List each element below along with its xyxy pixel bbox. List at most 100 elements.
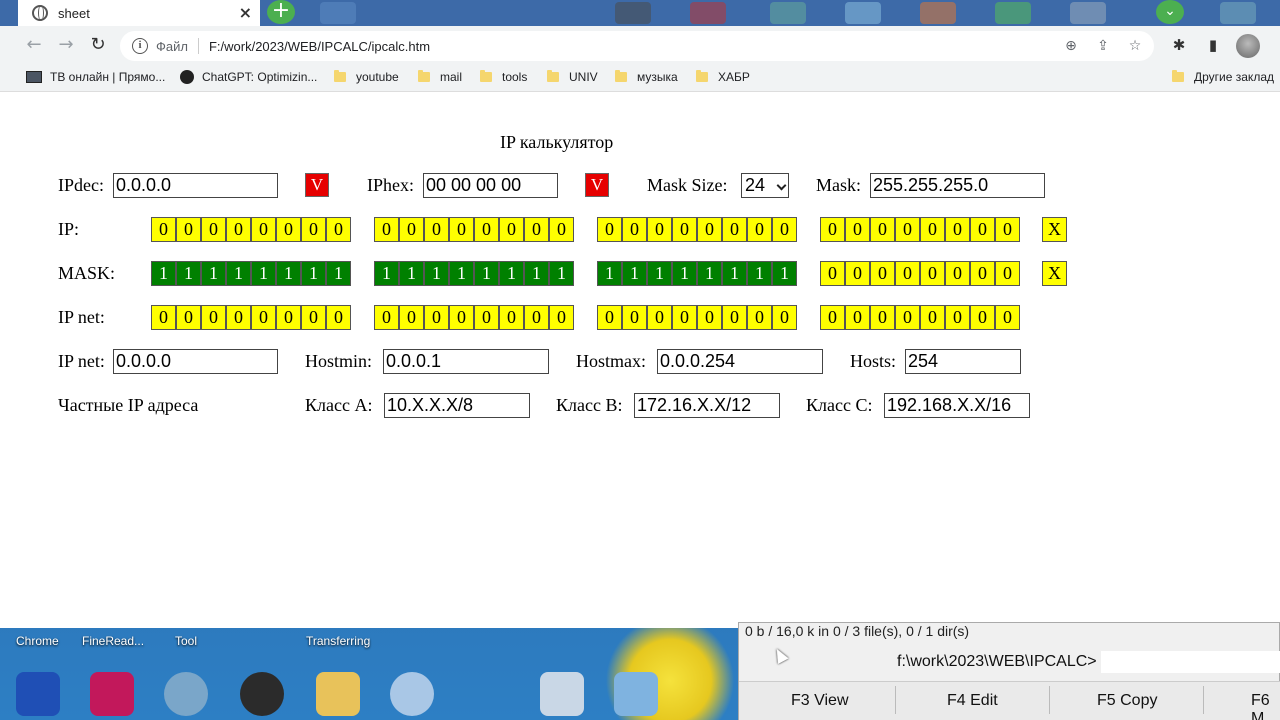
f4-edit-key[interactable]: F4 Edit	[947, 692, 998, 710]
bit-toggle[interactable]: 0	[474, 217, 499, 242]
fs-app-icon[interactable]	[90, 672, 134, 716]
bit-toggle[interactable]: 0	[970, 261, 995, 286]
f3-view-key[interactable]: F3 View	[791, 692, 849, 710]
more-menu-icon[interactable]: ⋮	[1272, 34, 1280, 56]
bit-toggle[interactable]: 0	[870, 217, 895, 242]
iphex-input[interactable]: 00 00 00 00	[423, 173, 558, 198]
globe-app-icon[interactable]	[240, 672, 284, 716]
bit-toggle[interactable]: 0	[920, 261, 945, 286]
reload-icon[interactable]: ↻	[86, 34, 110, 58]
bit-toggle[interactable]: 1	[524, 261, 549, 286]
bit-toggle[interactable]: 0	[895, 261, 920, 286]
julia-icon[interactable]	[16, 672, 60, 716]
bit-toggle[interactable]: 0	[870, 261, 895, 286]
zoom-icon[interactable]: ⊕	[1062, 37, 1080, 55]
bit-toggle[interactable]: 0	[697, 217, 722, 242]
bit-toggle[interactable]: 0	[995, 217, 1020, 242]
forward-arrow-icon[interactable]: →	[54, 34, 78, 58]
url-text[interactable]: F:/work/2023/WEB/IPCALC/ipcalc.htm	[209, 39, 430, 54]
bit-toggle[interactable]: 1	[747, 261, 772, 286]
bit-toggle[interactable]: 0	[226, 217, 251, 242]
bit-toggle[interactable]: 0	[524, 217, 549, 242]
bit-toggle[interactable]: 0	[845, 217, 870, 242]
profile-avatar[interactable]	[1236, 34, 1260, 58]
bit-toggle[interactable]: 0	[399, 217, 424, 242]
bookmark-tools[interactable]: tools	[480, 70, 527, 84]
bit-toggle[interactable]: 0	[597, 217, 622, 242]
bit-toggle[interactable]: 0	[374, 217, 399, 242]
fm-command-input[interactable]	[1101, 651, 1280, 673]
swirl-app-icon[interactable]	[164, 672, 208, 716]
side-panel-icon[interactable]: ▮	[1202, 34, 1224, 56]
address-bar[interactable]: i Файл F:/work/2023/WEB/IPCALC/ipcalc.ht…	[120, 31, 1154, 61]
mask-clear-button[interactable]: X	[1042, 261, 1067, 286]
ip-clear-button[interactable]: X	[1042, 217, 1067, 242]
share-icon[interactable]: ⇪	[1094, 37, 1112, 55]
bit-toggle[interactable]: 0	[820, 217, 845, 242]
bit-toggle[interactable]: 1	[201, 261, 226, 286]
bit-toggle[interactable]: 0	[276, 217, 301, 242]
back-arrow-icon[interactable]: ←	[22, 34, 46, 58]
bit-toggle[interactable]: 1	[226, 261, 251, 286]
bit-toggle[interactable]: 1	[697, 261, 722, 286]
bit-toggle[interactable]: 1	[399, 261, 424, 286]
bit-toggle[interactable]: 0	[820, 261, 845, 286]
folder-app-icon[interactable]	[316, 672, 360, 716]
hostmin-output[interactable]: 0.0.0.1	[383, 349, 549, 374]
bit-toggle[interactable]: 1	[549, 261, 574, 286]
hostmax-output[interactable]: 0.0.0.254	[657, 349, 823, 374]
ipnet-output[interactable]: 0.0.0.0	[113, 349, 278, 374]
tab-sheet[interactable]: sheet ×	[18, 0, 260, 26]
app-16-icon[interactable]	[390, 672, 434, 716]
desktop-label-transferring[interactable]: Transferring	[306, 634, 370, 648]
bit-toggle[interactable]: 0	[251, 217, 276, 242]
class-c-output[interactable]: 192.168.X.X/16	[884, 393, 1030, 418]
bit-toggle[interactable]: 0	[845, 261, 870, 286]
new-tab-button[interactable]: +	[267, 0, 295, 24]
bit-toggle[interactable]: 1	[672, 261, 697, 286]
bit-toggle[interactable]: 0	[151, 217, 176, 242]
bookmark-univ[interactable]: UNIV	[547, 70, 598, 84]
bit-toggle[interactable]: 0	[970, 217, 995, 242]
screen-recorder-icon[interactable]	[540, 672, 584, 716]
bit-toggle[interactable]: 1	[499, 261, 524, 286]
chevron-down-icon[interactable]: ⌄	[1156, 0, 1184, 24]
bit-toggle[interactable]: 0	[772, 217, 797, 242]
bit-toggle[interactable]: 1	[251, 261, 276, 286]
bit-toggle[interactable]: 1	[176, 261, 201, 286]
bit-toggle[interactable]: 0	[424, 217, 449, 242]
bit-toggle[interactable]: 0	[549, 217, 574, 242]
bookmark-chatgpt[interactable]: ChatGPT: Optimizin...	[180, 70, 317, 84]
mask-input[interactable]: 255.255.255.0	[870, 173, 1045, 198]
bookmark-youtube[interactable]: youtube	[334, 70, 399, 84]
bit-toggle[interactable]: 1	[326, 261, 351, 286]
bit-toggle[interactable]: 0	[176, 217, 201, 242]
bit-toggle[interactable]: 0	[722, 217, 747, 242]
star-icon[interactable]: ☆	[1126, 37, 1144, 55]
bit-toggle[interactable]: 0	[895, 217, 920, 242]
ipdec-apply-button[interactable]: V	[305, 173, 329, 197]
bit-toggle[interactable]: 0	[449, 217, 474, 242]
bit-toggle[interactable]: 1	[276, 261, 301, 286]
bit-toggle[interactable]: 0	[945, 261, 970, 286]
bit-toggle[interactable]: 0	[301, 217, 326, 242]
bit-toggle[interactable]: 1	[722, 261, 747, 286]
bit-toggle[interactable]: 1	[474, 261, 499, 286]
bit-toggle[interactable]: 1	[772, 261, 797, 286]
desktop-label-tool[interactable]: Tool	[175, 634, 197, 648]
iphex-apply-button[interactable]: V	[585, 173, 609, 197]
bit-toggle[interactable]: 0	[995, 261, 1020, 286]
bit-toggle[interactable]: 1	[597, 261, 622, 286]
bit-toggle[interactable]: 0	[672, 217, 697, 242]
bit-toggle[interactable]: 0	[201, 217, 226, 242]
class-a-output[interactable]: 10.X.X.X/8	[384, 393, 530, 418]
bit-toggle[interactable]: 0	[326, 217, 351, 242]
paint-icon[interactable]	[614, 672, 658, 716]
bit-toggle[interactable]: 0	[920, 217, 945, 242]
bit-toggle[interactable]: 0	[647, 217, 672, 242]
bit-toggle[interactable]: 1	[301, 261, 326, 286]
bookmark-tv[interactable]: ТВ онлайн | Прямо...	[26, 70, 165, 84]
desktop-label-fineread[interactable]: FineRead...	[82, 634, 144, 648]
bit-toggle[interactable]: 0	[622, 217, 647, 242]
f5-copy-key[interactable]: F5 Copy	[1097, 692, 1157, 710]
